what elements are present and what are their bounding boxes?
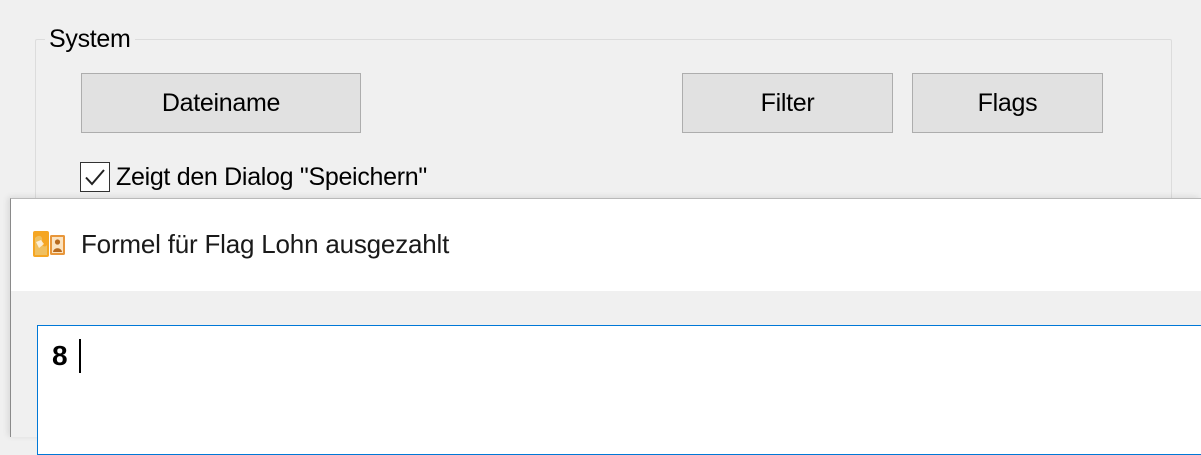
filter-button[interactable]: Filter xyxy=(682,73,893,133)
checkmark-icon xyxy=(85,169,105,186)
dateiname-button[interactable]: Dateiname xyxy=(81,73,361,133)
text-caret xyxy=(79,339,81,373)
formula-dialog: Formel für Flag Lohn ausgezahlt 8 xyxy=(10,198,1201,455)
save-dialog-checkbox-row[interactable]: Zeigt den Dialog "Speichern" xyxy=(80,160,427,194)
dialog-title: Formel für Flag Lohn ausgezahlt xyxy=(81,229,450,259)
app-icon xyxy=(33,231,65,257)
save-dialog-checkbox[interactable] xyxy=(80,162,110,192)
dialog-titlebar[interactable]: Formel für Flag Lohn ausgezahlt xyxy=(11,199,1201,291)
system-group-legend: System xyxy=(45,24,135,54)
flags-button[interactable]: Flags xyxy=(912,73,1103,133)
formula-input[interactable]: 8 xyxy=(37,325,1201,455)
background-window: System Dateiname Filter Flags Zeigt den … xyxy=(0,0,1201,229)
save-dialog-checkbox-label: Zeigt den Dialog "Speichern" xyxy=(116,163,427,191)
